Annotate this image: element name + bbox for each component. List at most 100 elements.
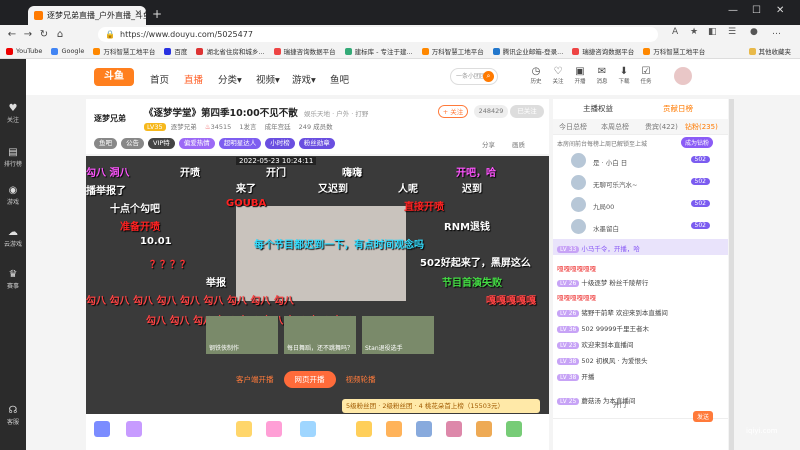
- nav-fishbar[interactable]: 鱼吧: [330, 72, 349, 86]
- follow-room-button[interactable]: + 关注: [438, 105, 468, 118]
- bookmark-baidu[interactable]: 百度: [164, 46, 187, 56]
- chip-vip[interactable]: VIP特: [148, 138, 175, 149]
- chip-notice[interactable]: 公告: [121, 138, 144, 149]
- chip-star[interactable]: 超明星达人: [218, 138, 262, 149]
- new-tab-icon[interactable]: +: [152, 7, 162, 21]
- gift-icon[interactable]: [506, 421, 522, 437]
- sidebar-item-cloud-game[interactable]: ☁ 云游戏: [0, 227, 26, 248]
- gift-icon[interactable]: [446, 421, 462, 437]
- bookmark-item[interactable]: 建标库 - 专注于建...: [344, 46, 413, 56]
- nav-category[interactable]: 分类▾: [218, 72, 242, 86]
- douyu-logo[interactable]: 斗鱼: [94, 68, 134, 86]
- chat-message: LV 33 小马千令，开播，哈: [557, 243, 640, 253]
- chip-fan-badge[interactable]: 粉丝勋章: [298, 138, 335, 149]
- extension-icon[interactable]: ◧: [708, 27, 717, 37]
- close-tab-icon[interactable]: ✕: [134, 9, 142, 19]
- message-button[interactable]: ✉ 消息: [592, 66, 612, 85]
- share-button[interactable]: 分享: [482, 139, 495, 149]
- history-button[interactable]: ◷ 历史: [526, 66, 546, 85]
- tab-week[interactable]: 本周总榜: [601, 122, 629, 132]
- rank-row[interactable]: 九局00 502: [557, 195, 722, 215]
- room-extra-button[interactable]: 已关注: [510, 105, 544, 118]
- bookmark-item[interactable]: 瑞捷咨询数据平台: [572, 46, 634, 56]
- rank-row[interactable]: 水墨留白 502: [557, 217, 722, 237]
- back-icon[interactable]: ←: [4, 29, 20, 40]
- bookmark-google[interactable]: Google: [51, 47, 84, 55]
- search-icon[interactable]: ⌕: [483, 71, 494, 82]
- download-button[interactable]: ⬇ 下载: [614, 66, 634, 85]
- danmaku: 准备开喷: [120, 222, 160, 233]
- refresh-icon[interactable]: ↻: [36, 29, 52, 40]
- tab-anchor-rights[interactable]: 主播权益: [583, 103, 613, 114]
- gift-icon[interactable]: [416, 421, 432, 437]
- bookmark-item[interactable]: 万科智慧工地平台: [643, 46, 705, 56]
- sidebar-item-ranking[interactable]: ▤ 排行榜: [0, 147, 26, 168]
- gift-icon[interactable]: [476, 421, 492, 437]
- danmaku: 播举报了: [86, 186, 126, 197]
- tab-today[interactable]: 今日总榜: [559, 122, 587, 132]
- task-button[interactable]: ☑ 任务: [636, 66, 656, 85]
- recommend-thumb[interactable]: 钢铁侠制作: [206, 316, 278, 354]
- bookmark-other-folder[interactable]: 其他收藏夹: [748, 46, 791, 56]
- sidebar-item-follow[interactable]: ♥ 关注: [0, 103, 26, 124]
- gift-icon[interactable]: [126, 421, 142, 437]
- bookmark-item[interactable]: 瑞捷咨询数据平台: [273, 46, 336, 56]
- bookmark-item[interactable]: 腾讯企业邮箱-登录...: [492, 46, 563, 56]
- tab-daily-contribution[interactable]: 贡献日榜: [663, 103, 693, 114]
- client-broadcast-button[interactable]: 客户端开播: [236, 374, 274, 385]
- bookmark-item[interactable]: 万科智慧工地平台: [93, 46, 155, 56]
- room-category[interactable]: 娱乐天地 · 户外 · 打野: [304, 108, 368, 118]
- close-window-icon[interactable]: ✕: [776, 5, 784, 16]
- chip-favorite[interactable]: 偏爱热情: [178, 138, 215, 149]
- url-field[interactable]: 🔒 https://www.douyu.com/5025477: [98, 27, 658, 42]
- gift-icon[interactable]: [300, 421, 316, 437]
- rank-row[interactable]: 无聊可乐汽水~ 502: [557, 173, 722, 193]
- video-carousel-button[interactable]: 视频轮播: [346, 374, 376, 385]
- sidebar-item-service[interactable]: ☊ 客服: [0, 405, 26, 426]
- collections-icon[interactable]: ☰: [728, 27, 736, 37]
- chip-hour-rank[interactable]: 小时榜: [265, 138, 295, 149]
- gift-icon[interactable]: [236, 421, 252, 437]
- recommend-thumb[interactable]: Stan退役选手: [362, 316, 434, 354]
- nav-home[interactable]: 首页: [150, 72, 169, 86]
- video-player[interactable]: 2022-05-23 10:24:11 勾八 洞八 开喷 开门 嗨嗨 开吧，哈 …: [86, 156, 549, 414]
- tab-vip[interactable]: 贵宾(422): [645, 122, 678, 132]
- more-icon[interactable]: …: [772, 27, 781, 37]
- nav-games[interactable]: 游戏▾: [292, 72, 316, 86]
- bookmark-item[interactable]: 湖北省住房和城乡...: [196, 46, 265, 56]
- sidebar-item-events[interactable]: ♛ 赛事: [0, 269, 26, 290]
- maximize-icon[interactable]: ☐: [752, 5, 761, 16]
- follow-button[interactable]: ♡ 关注: [548, 66, 568, 85]
- search-input[interactable]: 一条小团团 ⌕: [450, 68, 498, 85]
- gift-icon[interactable]: [356, 421, 372, 437]
- page-scrollbar[interactable]: [729, 99, 734, 450]
- bookmark-youtube[interactable]: YouTube: [6, 47, 42, 55]
- broadcast-button[interactable]: ▣ 开播: [570, 66, 590, 85]
- user-avatar[interactable]: [674, 67, 692, 85]
- nav-video[interactable]: 视频▾: [256, 72, 280, 86]
- chip-fishbar[interactable]: 鱼吧: [94, 138, 117, 149]
- gift-icon[interactable]: [266, 421, 282, 437]
- recommend-thumb[interactable]: 每日舞蹈，还不跳舞吗？: [284, 316, 356, 354]
- bookmark-item[interactable]: 万科智慧工地平台: [421, 46, 484, 56]
- nav-live[interactable]: 直播: [184, 72, 203, 86]
- home-icon[interactable]: ⌂: [52, 29, 68, 40]
- tab-diamond[interactable]: 钻粉(235): [685, 122, 718, 132]
- gift-icon[interactable]: [386, 421, 402, 437]
- forward-icon[interactable]: →: [20, 29, 36, 40]
- favorite-star-icon[interactable]: ★: [690, 27, 698, 37]
- announcement-bar[interactable]: 5级粉丝团 · 2级粉丝团 · 4 桃花朵首上榜（15503元）: [342, 399, 540, 413]
- watermark: iqiyi.com: [746, 427, 778, 435]
- web-broadcast-button[interactable]: 网页开播: [283, 371, 336, 388]
- sidebar-item-games[interactable]: ◉ 游戏: [0, 185, 26, 206]
- read-aloud-icon[interactable]: A: [672, 27, 678, 37]
- become-diamond-button[interactable]: 成为钻粉: [681, 137, 714, 148]
- rank-row[interactable]: 是 · 小白 日 502: [557, 151, 722, 171]
- quality-button[interactable]: 画质: [512, 139, 525, 149]
- profile-icon[interactable]: ●: [750, 27, 758, 37]
- send-button[interactable]: 发送: [693, 411, 714, 422]
- chat-input[interactable]: 开门: [613, 399, 626, 409]
- browser-tab[interactable]: 逐梦兄弟直播_户外直播_斗鱼直... ✕: [28, 6, 146, 25]
- pk-icon[interactable]: [94, 421, 110, 437]
- minimize-icon[interactable]: —: [728, 5, 738, 16]
